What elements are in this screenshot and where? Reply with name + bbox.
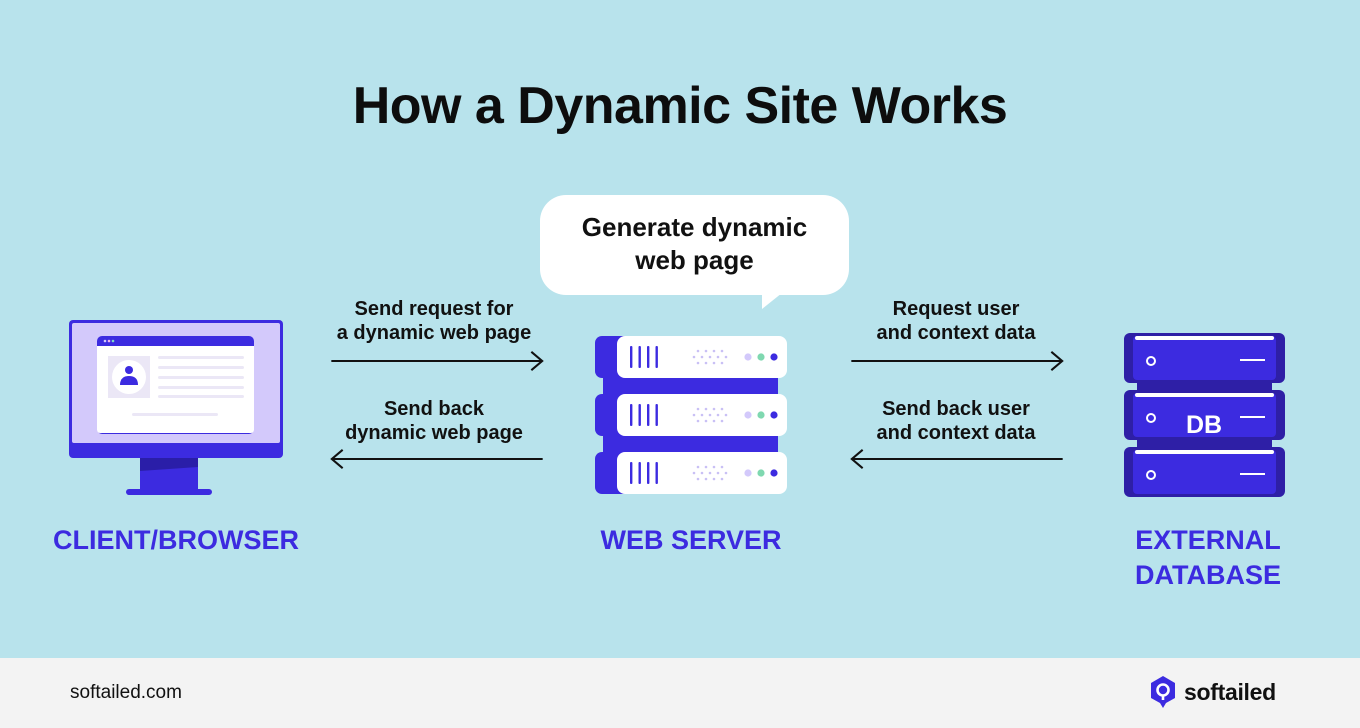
arrow-label-line: Send back user [882,398,1030,420]
vent-bar [630,346,633,368]
arrow-right-icon [331,351,544,371]
vent-bar [638,346,641,368]
vent-bar [630,462,633,484]
vent-dot [708,413,712,417]
vent-dot [712,349,716,353]
footer-url[interactable]: softailed.com [70,682,182,704]
arrow-label-line: Send request for [354,298,514,320]
brand-name: softailed [1184,678,1276,705]
vent-dot [704,361,708,365]
vent-dot [712,361,716,365]
vent-dot [696,419,700,423]
vent-dot [724,471,728,475]
arrow-label-request-user-data: Request user and context data [820,297,1092,345]
vent-dot [696,349,700,353]
vent-dot [720,477,724,481]
speech-bubble-tail [762,293,782,309]
vent-bar [647,346,650,368]
node-label-server: WEB SERVER [600,525,782,555]
vent-dot [704,349,708,353]
vent-dot [716,413,720,417]
arrow-label-line: and context data [876,322,1036,344]
vent-dot [720,465,724,469]
vent-dot [704,465,708,469]
vent-bar [655,462,658,484]
bubble-line-2: web page [635,245,754,275]
database-icon: DB [1124,333,1285,497]
vent-dot [692,355,696,359]
arrow-label-line: and context data [876,422,1036,444]
arrow-label-line: dynamic web page [345,422,523,444]
vent-dot [692,413,696,417]
vent-dot [704,407,708,411]
vent-bar [647,462,650,484]
vent-dot [696,465,700,469]
vent-dot [716,355,720,359]
status-light [757,353,765,361]
vent-dot [724,355,728,359]
node-label-database: EXTERNAL DATABASE [1108,523,1308,593]
bubble-line-1: Generate dynamic [581,212,808,242]
softailed-logo-icon [1151,676,1175,708]
vent-dot [696,477,700,481]
vent-dot [712,419,716,423]
arrow-label-send-request: Send request for a dynamic web page [300,297,568,345]
status-light [757,411,765,419]
page-title: How a Dynamic Site Works [352,77,1008,135]
vent-dot [700,355,704,359]
arrow-label-send-back-page: Send back dynamic web page [300,397,568,445]
vent-dot [720,419,724,423]
arrow-left-icon [850,449,1063,469]
db-slot [1240,359,1265,361]
db-slot [1240,473,1265,475]
vent-dot [696,361,700,365]
vent-dot [716,471,720,475]
status-light [770,469,778,477]
server-icon [595,336,787,494]
vent-dot [720,349,724,353]
status-light [744,411,752,419]
vent-bar [655,404,658,426]
vent-dot [720,361,724,365]
status-light [770,353,778,361]
monitor-icon [69,320,283,495]
vent-dot [708,355,712,359]
vent-bar [638,462,641,484]
arrow-label-line: Request user [892,298,1020,320]
arrow-right-icon [851,351,1064,371]
vent-dot [700,471,704,475]
status-light [744,353,752,361]
db-unit [1124,333,1285,383]
vent-bar [647,404,650,426]
node-label-line: EXTERNAL [1135,525,1281,555]
vent-dot [704,477,708,481]
arrow-label-line: a dynamic web page [336,322,532,344]
vent-dot [696,407,700,411]
arrow-label-send-back-user-data: Send back user and context data [820,397,1092,445]
arrow-left-icon [330,449,543,469]
vent-dot [692,471,696,475]
vent-dot [720,407,724,411]
db-slot [1240,416,1265,418]
db-badge: DB [1186,411,1222,439]
node-label-client: CLIENT/BROWSER [53,525,299,555]
vent-dot [712,477,716,481]
status-light [744,469,752,477]
node-label-line: DATABASE [1135,560,1281,590]
vent-dot [712,465,716,469]
vent-dot [700,413,704,417]
arrow-label-line: Send back [383,398,485,420]
speech-bubble-text: Generate dynamic web page [540,211,849,277]
vent-dot [712,407,716,411]
status-light [770,411,778,419]
vent-dot [704,419,708,423]
vent-bar [630,404,633,426]
vent-dot [724,413,728,417]
status-light [757,469,765,477]
vent-bar [638,404,641,426]
vent-dot [708,471,712,475]
db-unit [1124,447,1285,497]
vent-bar [655,346,658,368]
brand-logo[interactable]: softailed [1150,676,1276,708]
